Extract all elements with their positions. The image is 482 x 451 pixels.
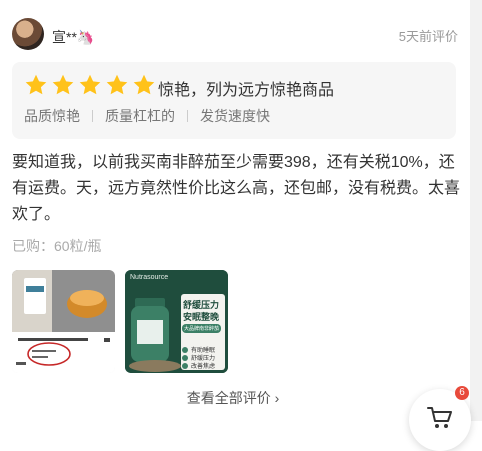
product-feature-3: 改善焦虑 bbox=[191, 364, 216, 370]
star-rating bbox=[24, 73, 156, 97]
tag-divider bbox=[187, 110, 188, 122]
star-icon bbox=[25, 74, 47, 95]
product-pill-label: 大品牌南非醉茄 bbox=[182, 324, 222, 333]
tag-shipping: 发货速度快 bbox=[200, 108, 270, 124]
rating-text: 惊艳，列为远方惊艳商品 bbox=[158, 82, 335, 99]
purchase-info: 已购：60粒/瓶 bbox=[12, 238, 102, 254]
star-icon bbox=[52, 74, 74, 95]
user-name: 宣**🦄 bbox=[52, 29, 95, 45]
order-screenshot-image bbox=[12, 270, 115, 373]
review-tags: 品质惊艳 质量杠杠的 发货速度快 bbox=[24, 106, 270, 126]
product-headline-2: 安眠整晚 bbox=[183, 312, 220, 322]
star-icon bbox=[133, 74, 155, 95]
review-header: 宣**🦄 5天前评价 bbox=[12, 18, 458, 52]
product-brand: Nutrasource bbox=[130, 274, 169, 281]
review-photo-1[interactable] bbox=[12, 270, 115, 373]
rating-box: 惊艳，列为远方惊艳商品 品质惊艳 质量杠杠的 发货速度快 bbox=[12, 62, 456, 139]
review-time: 5天前评价 bbox=[398, 29, 458, 44]
view-all-reviews-link[interactable]: 查看全部评价 › bbox=[0, 388, 466, 408]
tag-divider bbox=[92, 110, 93, 122]
star-icon bbox=[106, 74, 128, 95]
scrollbar-track[interactable] bbox=[470, 0, 482, 421]
tag-solid: 质量杠杠的 bbox=[105, 108, 175, 124]
tag-quality: 品质惊艳 bbox=[24, 108, 80, 124]
cart-icon bbox=[427, 407, 452, 428]
review-body: 要知道我，以前我买南非醉茄至少需要398，还有关税10%，还有运费。天，远方竟然… bbox=[12, 154, 461, 223]
cart-count-badge: 6 bbox=[455, 386, 469, 400]
review-photo-2[interactable]: Nutrasource 舒缓压力 安眠整晚 大品牌南非醉茄 有助睡眠 舒缓压力 … bbox=[125, 270, 228, 373]
star-icon bbox=[79, 74, 101, 95]
avatar[interactable] bbox=[12, 18, 44, 50]
